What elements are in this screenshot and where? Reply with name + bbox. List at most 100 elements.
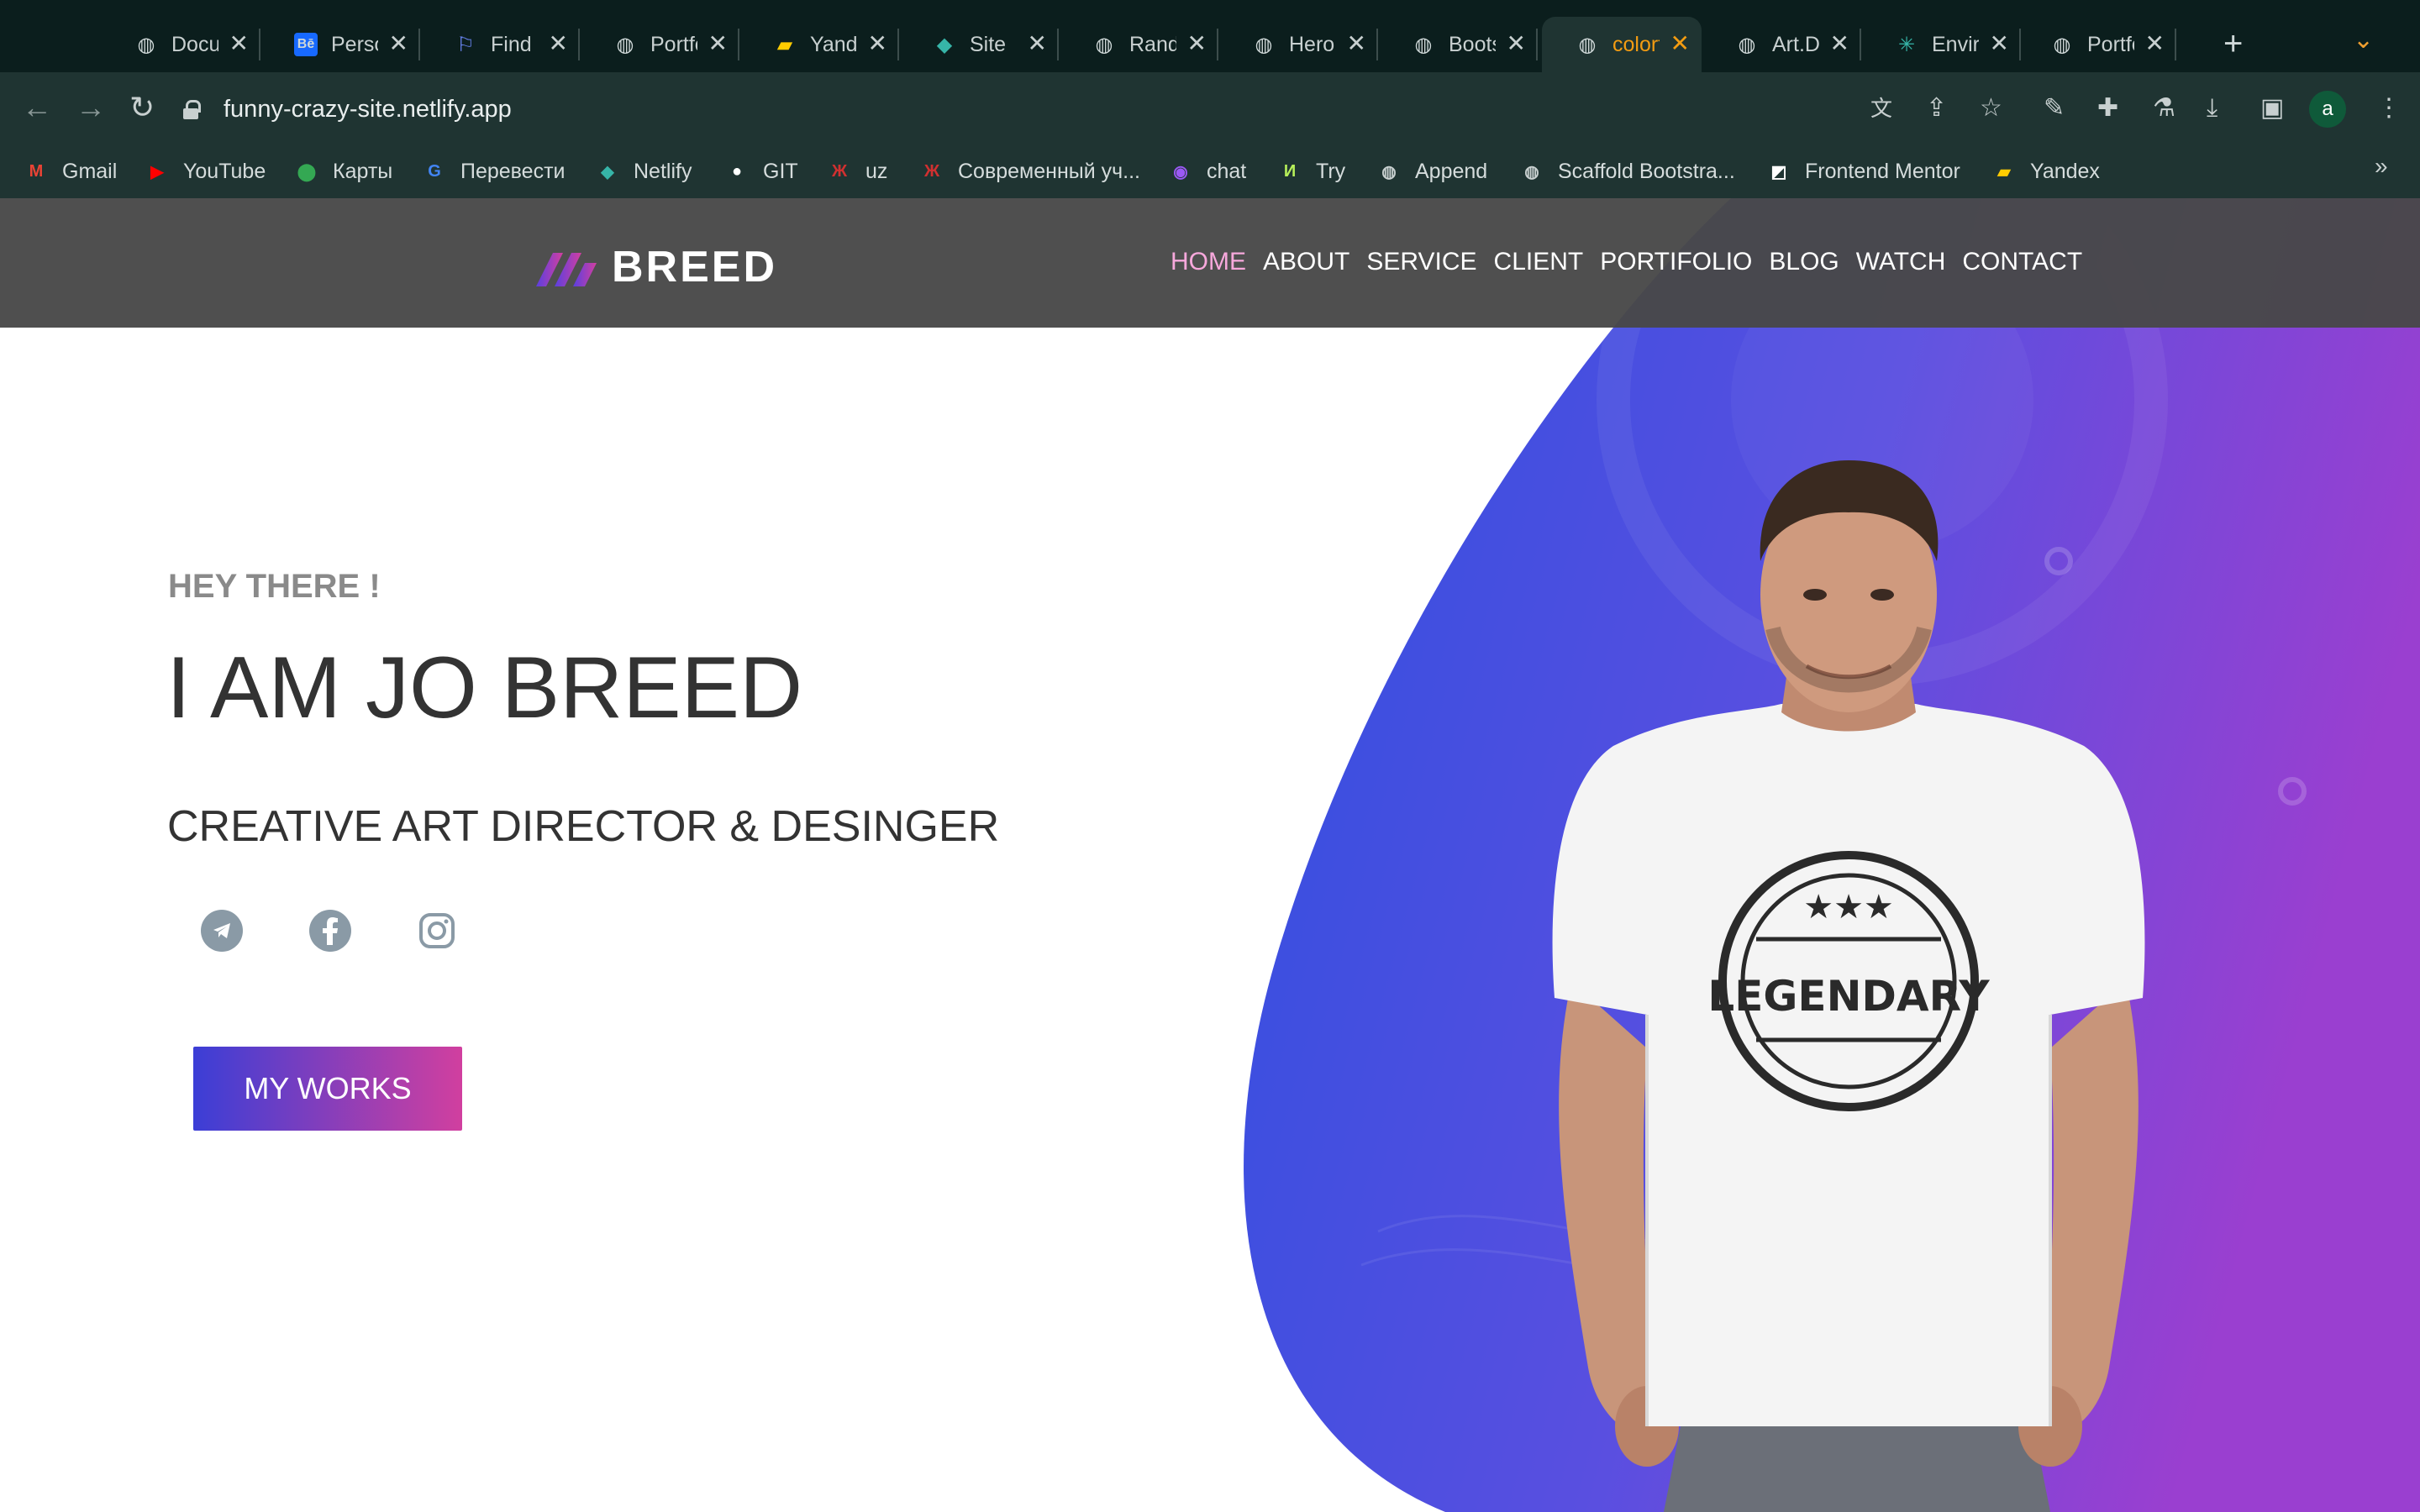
hero-role: CREATIVE ART DIRECTOR & DESINGER — [167, 802, 1000, 851]
bookmark-item[interactable]: Жuz — [827, 155, 887, 188]
my-works-button[interactable]: MY WORKS — [193, 1047, 462, 1131]
extensions-puzzle-icon[interactable]: ✚ — [2097, 94, 2118, 123]
tab-close-icon[interactable]: ✕ — [1187, 30, 1207, 57]
globe-icon: ◍ — [137, 33, 155, 56]
nav-service[interactable]: SERVICE — [1366, 240, 1476, 284]
tab-close-icon[interactable]: ✕ — [549, 30, 568, 57]
tab-close-icon[interactable]: ✕ — [708, 30, 728, 57]
browser-tab[interactable]: ◍ Art.Director ✕ — [1702, 17, 1861, 72]
bookmark-label: Современный уч... — [958, 159, 1140, 183]
website-viewport: ★★★ LEGENDARY BREED HOME ABOUT SERVICE C… — [0, 198, 2420, 1512]
bookmark-item[interactable]: ◩ Frontend Mentor — [1766, 155, 1960, 188]
globe-icon: ◍ — [616, 33, 634, 56]
translate-icon[interactable]: 文 — [1870, 94, 1892, 123]
forward-icon[interactable]: → — [76, 91, 106, 124]
tab-title: Portfolio — [2087, 32, 2134, 56]
bookmark-label: Frontend Mentor — [1805, 159, 1960, 183]
bookmark-item[interactable]: ▶ YouTube — [145, 155, 266, 188]
browser-tab[interactable]: ⚐ Find ✕ — [420, 17, 580, 72]
browser-tab[interactable]: ◍ Hero ✕ — [1218, 17, 1378, 72]
tab-close-icon[interactable]: ✕ — [1347, 30, 1366, 57]
globe-icon: ◍ — [1524, 162, 1539, 181]
browser-menu-icon[interactable]: ⋮ — [2376, 94, 2402, 123]
tab-title: Hero — [1289, 32, 1335, 56]
facebook-icon[interactable] — [309, 910, 351, 952]
bookmark-item[interactable]: ◆ Netlify — [595, 155, 692, 188]
browser-tab[interactable]: ◍ Bootstrap ✕ — [1378, 17, 1538, 72]
eyedropper-extension-icon[interactable]: ✎ — [2044, 94, 2065, 123]
lock-icon — [183, 100, 201, 119]
bookmark-item[interactable]: ▰ Yandex — [1991, 155, 2100, 188]
browser-tab[interactable]: ◍ Random ✕ — [1059, 17, 1218, 72]
hero-heading: I AM JO BREED — [166, 639, 803, 737]
bookmark-label: Try — [1316, 159, 1346, 183]
bookmark-item[interactable]: M Gmail — [24, 155, 118, 188]
bookmarks-overflow-icon[interactable]: » — [2375, 153, 2388, 180]
youtube-icon: ▶ — [150, 162, 164, 181]
tab-title: Yandex — [810, 32, 857, 56]
tab-close-icon[interactable]: ✕ — [229, 30, 249, 57]
profile-avatar[interactable]: a — [2309, 91, 2346, 128]
nav-client[interactable]: CLIENT — [1494, 240, 1584, 284]
labs-flask-icon[interactable]: ⚗ — [2153, 94, 2175, 123]
bookmark-item[interactable]: ⬤ Карты — [294, 155, 392, 188]
tab-close-icon[interactable]: ✕ — [1028, 30, 1047, 57]
nav-contact[interactable]: CONTACT — [1962, 240, 2082, 284]
address-bar[interactable]: funny-crazy-site.netlify.app — [183, 87, 512, 131]
reload-icon[interactable]: ↻ — [129, 91, 155, 124]
new-tab-button[interactable]: + — [2223, 25, 2243, 62]
tab-separator — [2175, 29, 2176, 60]
bookmark-item[interactable]: ● GIT — [724, 155, 798, 188]
back-icon[interactable]: ← — [22, 91, 52, 124]
browser-tab[interactable]: ◍ colorful ✕ — [1542, 17, 1702, 72]
tab-close-icon[interactable]: ✕ — [1507, 30, 1526, 57]
globe-icon: ◍ — [1738, 33, 1756, 56]
bookmark-item[interactable]: G Перевести — [422, 155, 565, 188]
bookmark-item[interactable]: ◍ Scaffold Bootstra... — [1519, 155, 1735, 188]
site-logo[interactable]: BREED — [534, 242, 777, 292]
browser-tab[interactable]: ▰ Yandex ✕ — [739, 17, 899, 72]
browser-tab[interactable]: Bē Personal ✕ — [260, 17, 420, 72]
tab-close-icon[interactable]: ✕ — [1670, 30, 1690, 57]
download-icon[interactable]: ⤓ — [2207, 94, 2217, 123]
nav-about[interactable]: ABOUT — [1263, 240, 1349, 284]
url-text[interactable]: funny-crazy-site.netlify.app — [224, 96, 512, 123]
browser-tab[interactable]: ◍ Portfolio ✕ — [2017, 17, 2176, 72]
nav-portfolio[interactable]: PORTIFOLIO — [1600, 240, 1752, 284]
globe-icon: ◍ — [2053, 33, 2071, 56]
bookmark-item[interactable]: ◍ Append — [1376, 155, 1487, 188]
chat-icon: ◉ — [1173, 162, 1188, 181]
browser-tab[interactable]: ◍ Documentation ✕ — [101, 17, 260, 72]
telegram-icon[interactable] — [201, 910, 243, 952]
bookmark-item[interactable]: ◉ chat — [1168, 155, 1246, 188]
netlify-icon: ◆ — [601, 162, 614, 181]
side-panel-icon[interactable]: ▣ — [2260, 94, 2284, 123]
tab-close-icon[interactable]: ✕ — [1830, 30, 1849, 57]
tab-title: Personal — [331, 32, 378, 56]
nav-home[interactable]: HOME — [1171, 240, 1246, 284]
bookmark-label: Append — [1415, 159, 1488, 183]
bookmark-star-icon[interactable]: ☆ — [1980, 94, 2002, 123]
nav-watch[interactable]: WATCH — [1856, 240, 1946, 284]
tower-icon: Ж — [923, 161, 940, 181]
share-icon[interactable]: ⇪ — [1926, 94, 1947, 123]
tab-close-icon[interactable]: ✕ — [389, 30, 408, 57]
tab-close-icon[interactable]: ✕ — [2145, 30, 2165, 57]
tab-search-chevron-icon[interactable]: ⌄ — [2353, 25, 2374, 55]
bookmark-item[interactable]: Ж Современный уч... — [919, 155, 1140, 188]
globe-icon: ◍ — [1255, 33, 1273, 56]
instagram-icon[interactable] — [416, 910, 458, 952]
github-icon: ● — [731, 161, 743, 181]
hero-greeting: HEY THERE ! — [168, 568, 381, 605]
browser-tab[interactable]: ◆ Site ✕ — [899, 17, 1059, 72]
gmail-icon: M — [29, 161, 44, 181]
tab-close-icon[interactable]: ✕ — [1990, 30, 2009, 57]
yandex-icon: ▰ — [1997, 162, 2011, 181]
bookmark-item[interactable]: И Try — [1277, 155, 1345, 188]
try-icon: И — [1283, 161, 1297, 181]
tab-close-icon[interactable]: ✕ — [868, 30, 887, 57]
nav-blog[interactable]: BLOG — [1769, 240, 1839, 284]
browser-tab[interactable]: ✳ Environment ✕ — [1861, 17, 2021, 72]
browser-tab[interactable]: ◍ Portfolio ✕ — [580, 17, 739, 72]
tab-title: Documentation — [171, 32, 218, 56]
